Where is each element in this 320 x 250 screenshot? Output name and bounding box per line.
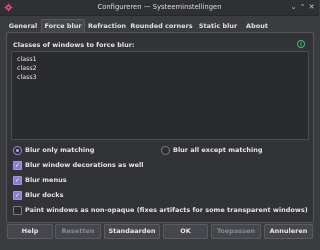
defaults-button[interactable]: Standaarden	[104, 224, 160, 239]
dialog-button-row: Help Resetten Standaarden OK Toepassen A…	[0, 224, 319, 239]
info-icon[interactable]	[297, 40, 305, 48]
reset-button[interactable]: Resetten	[55, 224, 101, 239]
title-bar: Configureren — Systeeminstellingen ⌄ ⌃ ✕	[0, 0, 319, 16]
checkbox-checked[interactable]: ✓	[13, 161, 22, 170]
tab-rounded-corners[interactable]: Rounded corners	[130, 20, 193, 32]
checkbox-label: Blur docks	[25, 191, 64, 199]
tab-force-blur[interactable]: Force blur	[41, 19, 85, 33]
tab-general[interactable]: General	[7, 20, 39, 32]
maximize-icon[interactable]: ⌃	[298, 3, 307, 12]
close-icon[interactable]: ✕	[307, 3, 316, 12]
checkbox-label: Paint windows as non-opaque (fixes artif…	[25, 206, 308, 214]
cancel-button[interactable]: Annuleren	[264, 224, 313, 239]
help-button[interactable]: Help	[7, 224, 53, 239]
config-window: Configureren — Systeeminstellingen ⌄ ⌃ ✕…	[0, 0, 319, 250]
tab-static-blur[interactable]: Static blur	[196, 20, 240, 32]
window-title: Configureren — Systeeminstellingen	[97, 3, 222, 11]
tab-refraction[interactable]: Refraction	[86, 20, 128, 32]
class-line: class1	[17, 56, 37, 63]
checkbox[interactable]	[13, 206, 22, 215]
radio-label: Blur only matching	[25, 146, 95, 154]
apply-button[interactable]: Toepassen	[211, 224, 261, 239]
tab-about[interactable]: About	[243, 20, 271, 32]
classes-label: Classes of windows to force blur:	[13, 41, 135, 49]
radio-label: Blur all except matching	[173, 146, 263, 154]
checkbox-checked[interactable]: ✓	[13, 191, 22, 200]
radio-button[interactable]	[161, 146, 170, 155]
radio-button-checked[interactable]	[13, 146, 22, 155]
checkbox-label: Blur window decorations as well	[25, 161, 144, 169]
checkbox-checked[interactable]: ✓	[13, 176, 22, 185]
checkbox-label: Blur menus	[25, 176, 67, 184]
class-line: class2	[17, 65, 37, 72]
minimize-icon[interactable]: ⌄	[289, 3, 298, 12]
ok-button[interactable]: OK	[163, 224, 208, 239]
class-line: class3	[17, 74, 37, 81]
force-blur-panel: Classes of windows to force blur: class1…	[6, 32, 314, 223]
classes-textarea[interactable]: class1 class2 class3	[11, 51, 309, 140]
